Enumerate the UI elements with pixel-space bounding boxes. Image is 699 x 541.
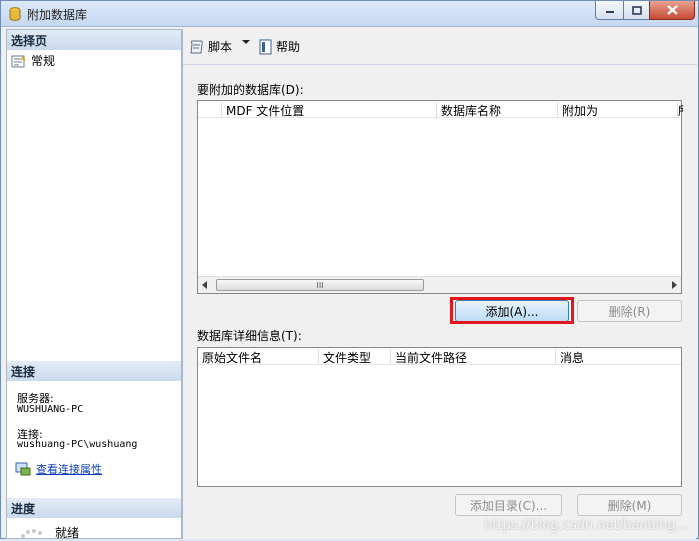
view-connection-link: 查看连接属性 (36, 463, 102, 476)
row-header-column (198, 102, 222, 118)
progress-status: 就绪 (17, 524, 79, 541)
script-button[interactable]: 脚本 (189, 38, 232, 55)
server-value: WUSHUANG-PC (17, 404, 84, 415)
database-details-grid[interactable]: 原始文件名 文件类型 当前文件路径 消息 (197, 347, 682, 487)
remove-database-button[interactable]: 删除(R) (577, 300, 682, 322)
help-label: 帮助 (276, 40, 301, 54)
attach-grid-header: MDF 文件位置 数据库名称 附加为 所 (198, 101, 683, 118)
minimize-icon (605, 11, 614, 13)
highlight-box (450, 297, 574, 324)
close-button[interactable] (649, 1, 695, 20)
column-file-type[interactable]: 文件类型 (319, 349, 391, 365)
nav-item-general[interactable]: 常规 (11, 52, 55, 69)
help-button[interactable]: 帮助 (259, 38, 300, 55)
title-bar: 附加数据库 (1, 1, 698, 27)
select-page-header: 选择页 (7, 30, 181, 50)
database-icon (9, 7, 21, 21)
toolbar: 脚本 帮助 (183, 29, 697, 65)
help-icon (259, 39, 272, 54)
right-pane: 脚本 帮助 要附加的数据库(D): MDF 文件位置 数据库名称 附加为 所 (182, 29, 697, 539)
maximize-icon (631, 5, 642, 15)
scroll-thumb[interactable]: III (216, 279, 424, 291)
progress-status-text: 就绪 (55, 526, 80, 540)
maximize-button[interactable] (623, 1, 650, 20)
column-database-name[interactable]: 数据库名称 (437, 102, 558, 118)
column-mdf-location[interactable]: MDF 文件位置 (222, 102, 437, 118)
progress-header: 进度 (7, 498, 181, 518)
watermark-text: https://blog.csdn.net/baobing... (484, 518, 688, 533)
column-attach-as[interactable]: 附加为 (558, 102, 678, 118)
minimize-button[interactable] (595, 1, 624, 20)
left-pane: 选择页 常规 连接 服务器: WUSHUANG-PC 连接: wushuang-… (6, 29, 182, 541)
details-grid-header: 原始文件名 文件类型 当前文件路径 消息 (198, 348, 681, 365)
spinner-icon (21, 528, 42, 538)
scroll-right-icon (672, 281, 677, 289)
script-dropdown[interactable] (242, 39, 250, 45)
close-icon (666, 5, 678, 15)
horizontal-scrollbar[interactable]: III (198, 276, 681, 293)
chevron-down-icon (242, 40, 250, 44)
attach-database-window: 附加数据库 选择页 常规 连接 服务器: WUSHUANG-PC 连接: wus… (0, 0, 699, 541)
nav-item-label: 常规 (31, 54, 56, 68)
connection-value: wushuang-PC\wushuang (17, 439, 138, 450)
remove-detail-button[interactable]: 删除(M) (577, 494, 682, 516)
page-icon (11, 54, 26, 67)
add-catalog-button[interactable]: 添加目录(C)... (455, 494, 562, 516)
column-current-path[interactable]: 当前文件路径 (391, 349, 556, 365)
attach-database-grid[interactable]: MDF 文件位置 数据库名称 附加为 所 III (197, 100, 683, 294)
script-icon (190, 40, 203, 53)
scroll-grip-glyph: III (316, 281, 324, 290)
column-message[interactable]: 消息 (556, 349, 683, 365)
window-title: 附加数据库 (27, 8, 88, 22)
connection-header: 连接 (7, 361, 181, 381)
scroll-left-icon (202, 281, 207, 289)
view-connection-properties[interactable]: 查看连接属性 (15, 461, 102, 477)
column-original-filename[interactable]: 原始文件名 (198, 349, 319, 365)
column-owner[interactable]: 所 (678, 102, 683, 118)
attach-section-label: 要附加的数据库(D): (197, 83, 304, 97)
script-label: 脚本 (208, 40, 233, 54)
properties-icon (15, 462, 31, 476)
details-section-label: 数据库详细信息(T): (197, 329, 302, 343)
